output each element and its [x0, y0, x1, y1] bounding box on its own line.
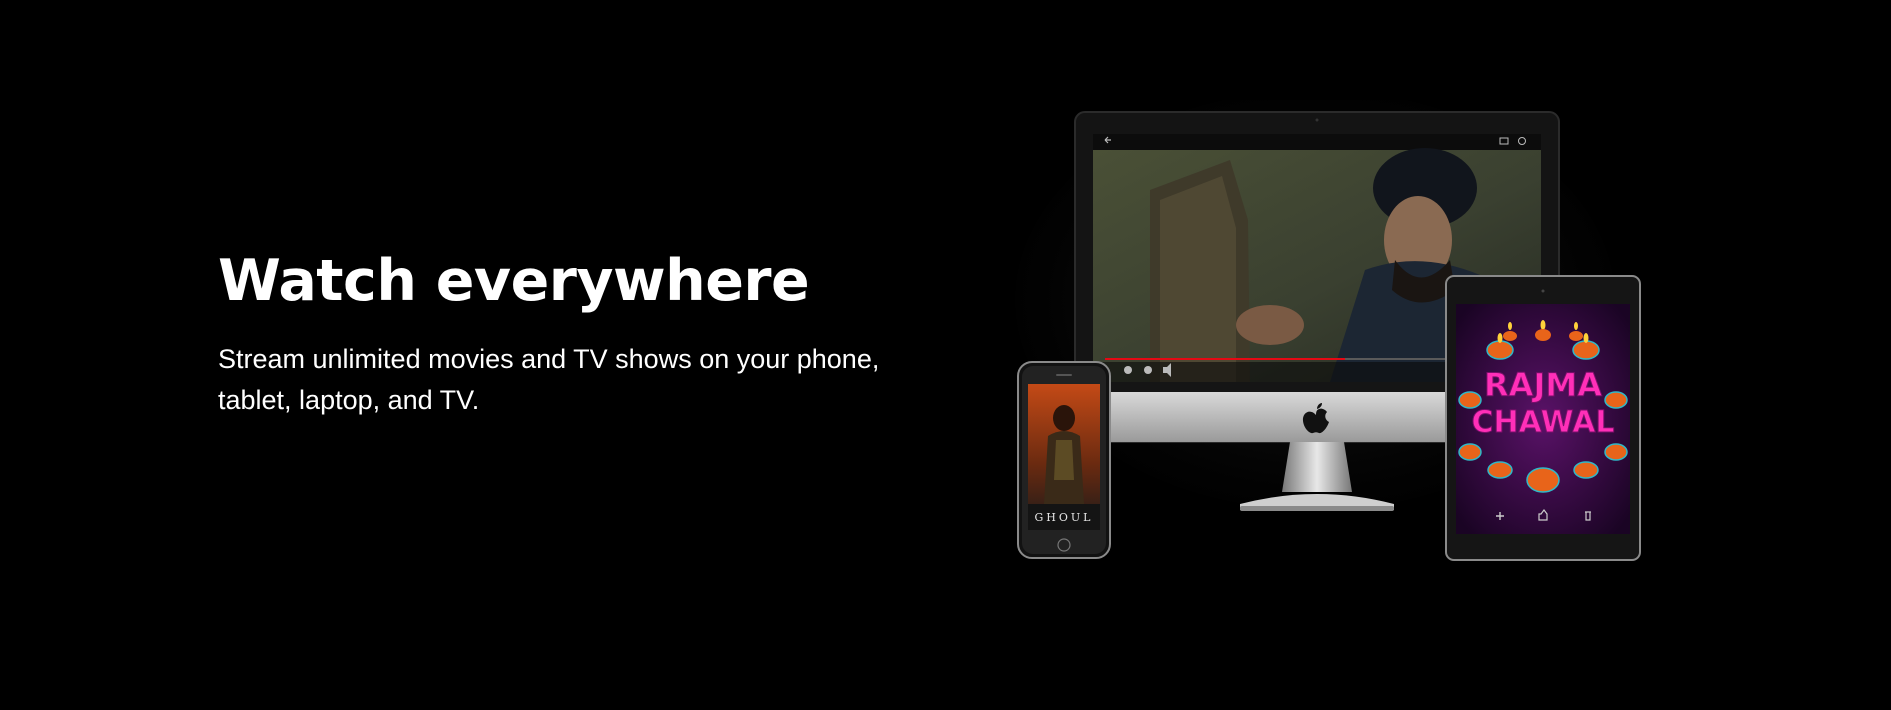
- hero-text: Watch everywhere Stream unlimited movies…: [218, 250, 898, 421]
- phone-device: GHOUL: [1017, 361, 1111, 559]
- video-progress-fill: [1105, 358, 1345, 360]
- page-title: Watch everywhere: [218, 248, 810, 314]
- hero-subtitle: Stream unlimited movies and TV shows on …: [218, 343, 880, 415]
- devices-graphic: GHOUL RAJMA CHAWAL: [1015, 100, 1641, 561]
- tablet-device: RAJMA CHAWAL: [1445, 275, 1641, 561]
- tablet-poster-title-line2: CHAWAL: [1471, 405, 1614, 440]
- phone-poster-title: GHOUL: [1035, 511, 1094, 524]
- devices-illustration: GHOUL RAJMA CHAWAL: [1000, 100, 1660, 580]
- tablet-poster-title-line1: RAJMA: [1484, 366, 1602, 404]
